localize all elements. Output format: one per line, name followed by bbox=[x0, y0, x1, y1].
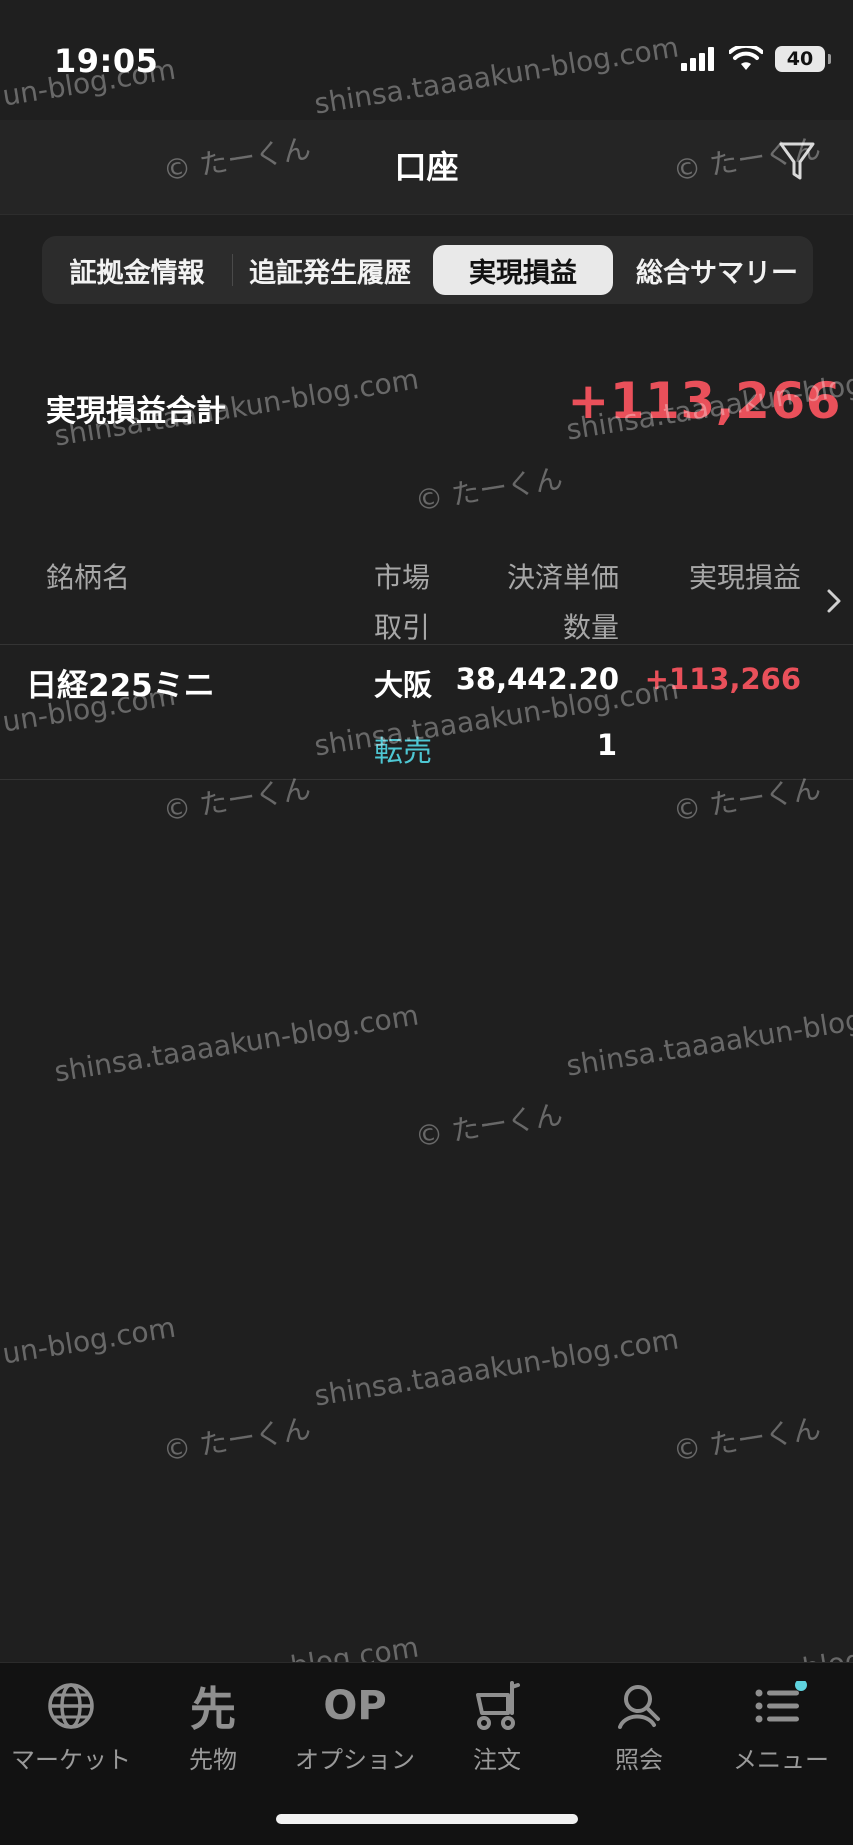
tab-margin-call-history[interactable]: 追証発生履歴 bbox=[240, 245, 420, 295]
divider bbox=[0, 779, 853, 780]
signal-icon bbox=[681, 47, 714, 71]
watermark-text: © たーくん bbox=[412, 461, 566, 518]
nav-menu[interactable]: メニュー bbox=[710, 1676, 852, 1775]
status-icons: 40 bbox=[681, 46, 831, 72]
nav-label: 照会 bbox=[615, 1746, 663, 1774]
battery-icon: 40 bbox=[775, 46, 831, 72]
nav-futures[interactable]: 先 先物 bbox=[142, 1676, 284, 1775]
globe-icon bbox=[46, 1676, 96, 1736]
row-trade: 転売 bbox=[374, 734, 433, 768]
person-search-icon bbox=[614, 1676, 664, 1736]
watermark-text: © たーくん bbox=[412, 1097, 566, 1154]
nav-options[interactable]: OP オプション bbox=[284, 1676, 426, 1775]
nav-order[interactable]: 注文 bbox=[426, 1676, 568, 1775]
status-time: 19:05 bbox=[54, 42, 159, 80]
total-pl-value: +113,266 bbox=[567, 372, 841, 430]
wifi-icon bbox=[729, 46, 763, 70]
header-qty: 数量 bbox=[562, 611, 619, 644]
header-realized-pl: 実現損益 bbox=[688, 561, 801, 594]
row-market: 大阪 bbox=[374, 668, 433, 702]
header-market: 市場 bbox=[374, 561, 431, 594]
cart-icon bbox=[470, 1676, 524, 1736]
nav-label: オプション bbox=[295, 1746, 415, 1774]
menu-icon bbox=[753, 1676, 809, 1736]
filter-icon[interactable] bbox=[777, 140, 817, 184]
futures-icon: 先 bbox=[190, 1682, 236, 1736]
nav-label: 先物 bbox=[189, 1746, 237, 1774]
nav-label: 注文 bbox=[473, 1746, 521, 1774]
watermark-text: shinsa.taaaakun-blog.com bbox=[52, 998, 421, 1089]
nav-label: マーケット bbox=[11, 1746, 131, 1774]
page-title: 口座 bbox=[394, 148, 459, 186]
row-price: 38,442.20 bbox=[455, 662, 619, 696]
watermark-text: © たーくん bbox=[160, 1411, 314, 1468]
nav-market[interactable]: マーケット bbox=[0, 1676, 142, 1775]
nav-label: メニュー bbox=[733, 1746, 829, 1774]
option-icon: OP bbox=[323, 1683, 387, 1729]
tab-margin-info[interactable]: 証拠金情報 bbox=[52, 245, 222, 295]
row-name: 日経225ミニ bbox=[26, 668, 215, 704]
tab-realized-pl[interactable]: 実現損益 bbox=[433, 245, 613, 295]
row-qty: 1 bbox=[596, 728, 617, 762]
nav-inquiry[interactable]: 照会 bbox=[568, 1676, 710, 1775]
row-realized-pl: +113,266 bbox=[644, 662, 801, 696]
watermark-text: shinsa.taaaakun-blog.com bbox=[312, 1322, 681, 1413]
watermark-text: © たーくん bbox=[670, 1411, 824, 1468]
tab-summary[interactable]: 総合サマリー bbox=[624, 245, 810, 295]
watermark-text: shinsa.taaaakun-blog.com bbox=[564, 992, 853, 1083]
header-price: 決済単価 bbox=[506, 561, 619, 594]
watermark-text: shinsa.taaaakun-blog.com bbox=[312, 30, 681, 121]
total-pl-label: 実現損益合計 bbox=[46, 394, 226, 429]
header-trade: 取引 bbox=[374, 611, 431, 644]
header-name: 銘柄名 bbox=[46, 561, 131, 594]
chevron-right-icon[interactable] bbox=[826, 588, 842, 614]
home-indicator[interactable] bbox=[276, 1814, 578, 1824]
watermark-text: un-blog.com bbox=[0, 1310, 178, 1371]
tab-divider bbox=[232, 254, 233, 286]
